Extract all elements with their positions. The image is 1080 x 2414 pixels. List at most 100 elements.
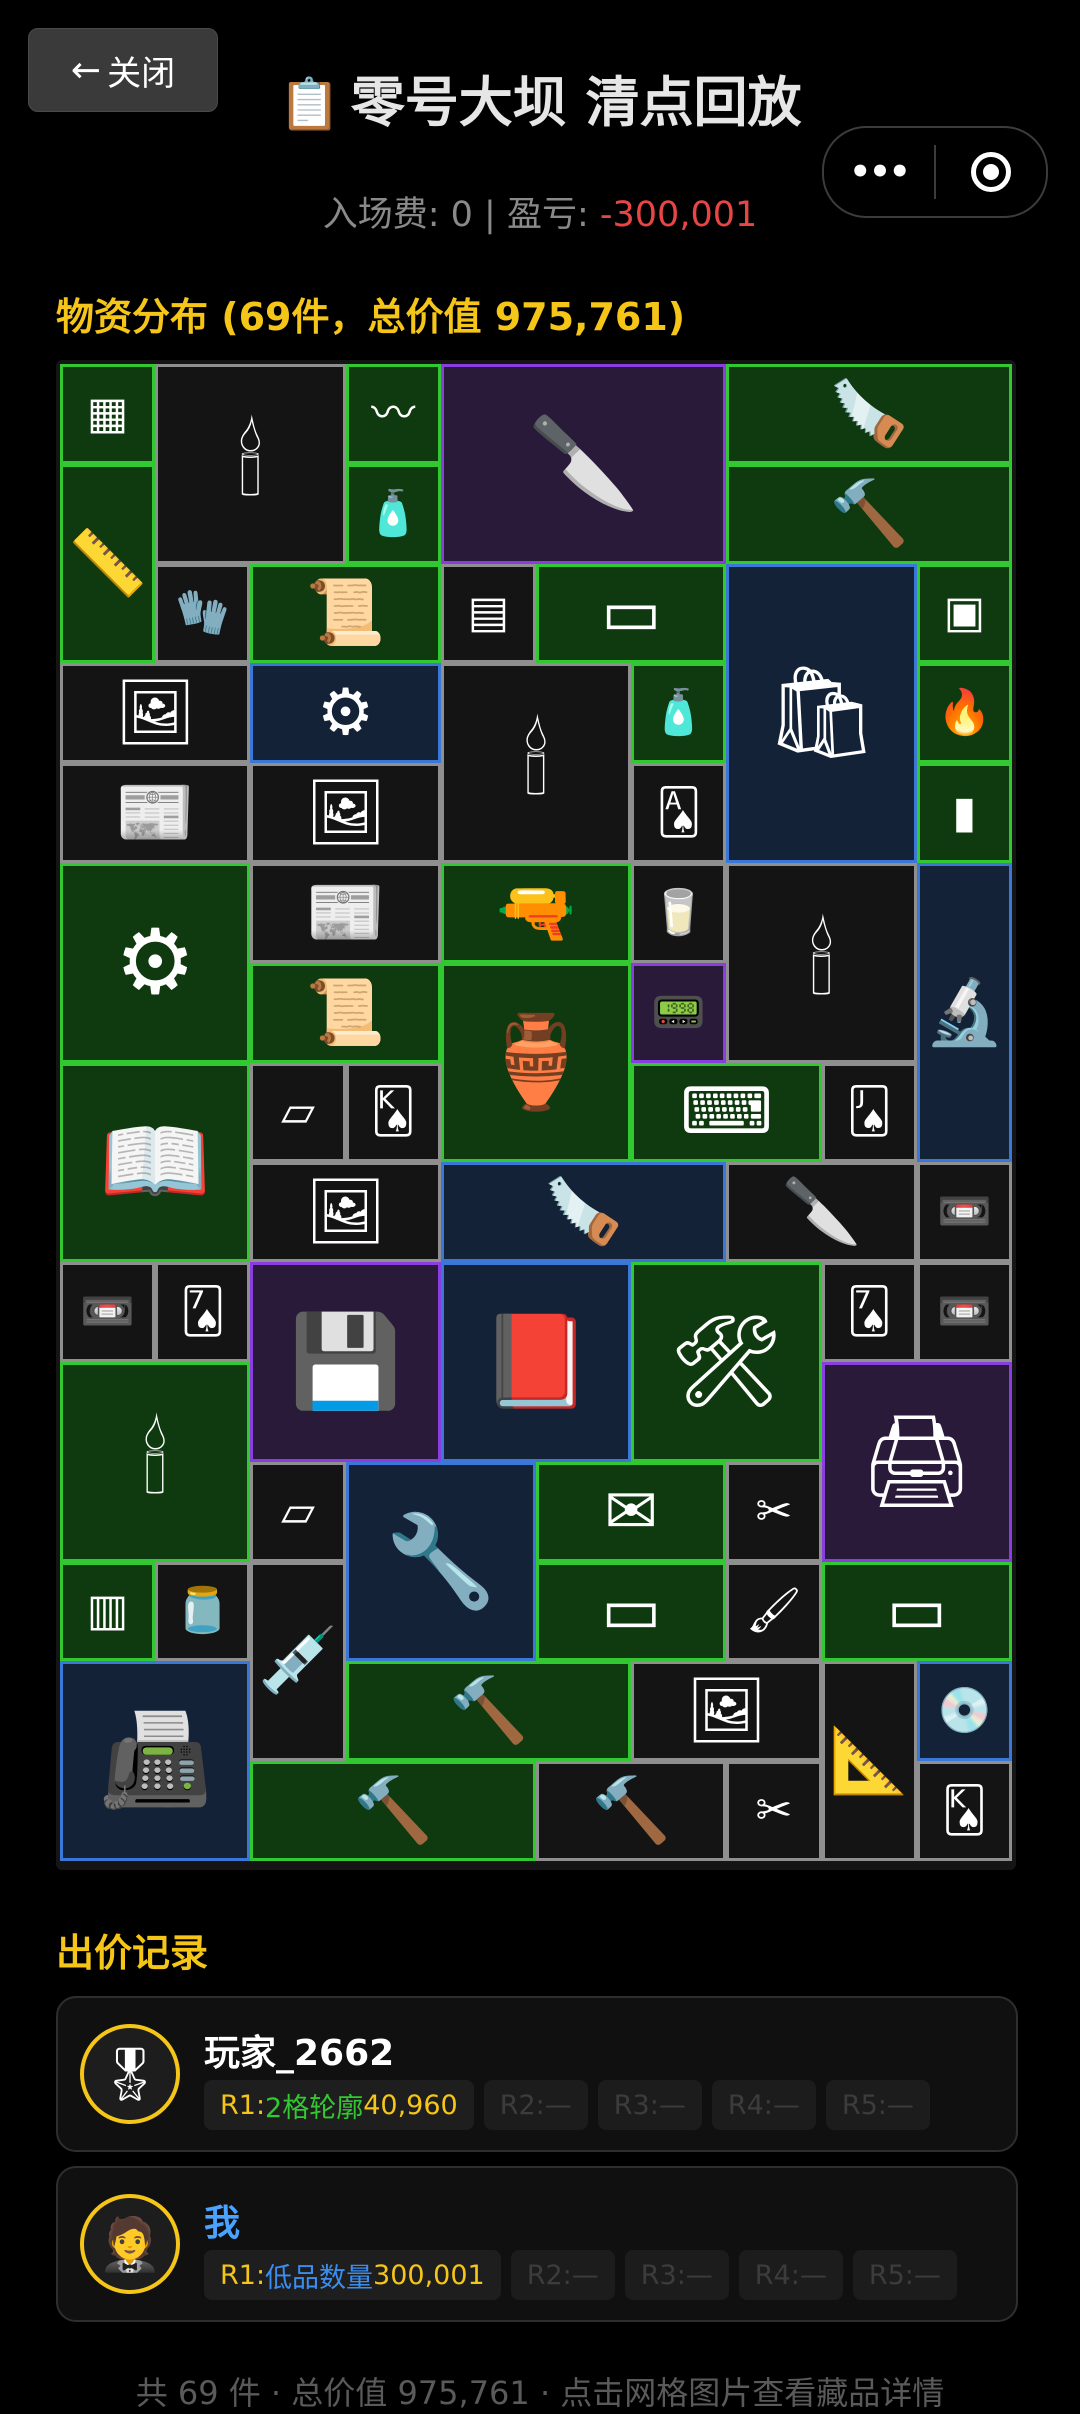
grid-item-family-photo-2[interactable]: 🖼 (631, 1661, 822, 1762)
old-map-icon: 📜 (305, 576, 386, 651)
grid-item-candle-box-3[interactable]: 🕯 (726, 863, 917, 1063)
grid-item-glue-gun[interactable]: 🔫 (440, 863, 632, 963)
avatar: 🤵 (80, 2194, 180, 2294)
grid-item-ration[interactable]: ▣ (916, 563, 1012, 664)
grid-item-old-map[interactable]: 📜 (250, 563, 441, 664)
grid-item-gloves[interactable]: 🧤 (155, 563, 251, 664)
grid-item-matchbox[interactable]: ▤ (440, 563, 536, 664)
inventory-grid-panel: ▦ 🕯 〰 🔪 🪚 📏 🧴 🔨 🧤 📜 ▤ ▭ 🛍 ▣ 🖼 ⚙ 🕯 🧴 🔥 📰 🖼 🂡 ▮ ⚙ 📰 🔫 🥛 🕯 🔬 📜 🏺 📟 📖 ▱ 🂮 ⌨ 🂫 🖼 🪚 🔪… (56, 360, 1016, 1870)
grid-item-card-spades[interactable]: 🂧 (155, 1262, 251, 1362)
grid-item-tape-measure-3[interactable]: 📼 (916, 1262, 1012, 1362)
grid-item-newspaper-2[interactable]: 📰 (250, 863, 441, 963)
avatar: 🎖 (80, 2024, 180, 2124)
wood-plank-2-icon: ▭ (600, 1574, 662, 1649)
grid-item-magazine[interactable]: 📖 (60, 1062, 251, 1263)
grid-item-old-paper[interactable]: 📜 (250, 962, 441, 1063)
grid-item-protein-jar[interactable]: 🫙 (155, 1561, 251, 1662)
grid-item-fashion-magazine[interactable]: 📕 (440, 1262, 632, 1462)
tagine-icon: 🏺 (479, 1009, 593, 1115)
utility-knife-icon: 🔪 (781, 1175, 862, 1250)
grid-item-tape-measure[interactable]: 📼 (916, 1162, 1012, 1263)
grid-item-scissors[interactable]: ✂ (726, 1461, 822, 1562)
grid-item-card-king[interactable]: 🂮 (345, 1062, 441, 1163)
grid-item-newspaper[interactable]: 📰 (60, 763, 251, 863)
cd-disc-icon: 💿 (936, 1685, 992, 1737)
grid-item-water-bottle[interactable]: 🧴 (631, 663, 727, 764)
grid-item-glue[interactable]: 🧴 (345, 463, 441, 564)
grid-item-steel-square[interactable]: 📐 (821, 1661, 917, 1861)
grid-item-bone-saw[interactable]: 🪚 (440, 1162, 727, 1263)
player-name: 我 (204, 2203, 241, 2244)
photo-2-icon: 🖼 (304, 1175, 387, 1250)
grid-item-fuse-wire[interactable]: 〰 (345, 364, 441, 464)
grid-item-sledgehammer[interactable]: 🔨 (726, 463, 1012, 564)
grid-item-tissue-2[interactable]: ▱ (250, 1461, 346, 1562)
grid-item-power-supply[interactable]: ⚙ (60, 863, 251, 1063)
gloves-icon: 🧤 (175, 587, 231, 639)
grid-item-lab-incubator[interactable]: 🖨 (821, 1362, 1012, 1562)
grid-item-pipe[interactable]: ▮ (916, 763, 1012, 863)
rifle-parts-icon: ⚙ (316, 676, 375, 751)
grid-item-cement-bag[interactable]: 🛍 (726, 563, 917, 863)
grid-item-letters[interactable]: ✉ (536, 1461, 727, 1562)
grid-item-circuit-board[interactable]: ▦ (60, 364, 156, 464)
grid-item-gadget[interactable]: 📟 (631, 962, 727, 1063)
scissors-icon: ✂ (755, 1485, 793, 1537)
grid-item-card-spades-2[interactable]: 🂧 (821, 1262, 917, 1362)
grid-item-card-king-2[interactable]: 🂮 (916, 1761, 1012, 1861)
grid-item-wood-plank-3[interactable]: ▭ (821, 1561, 1012, 1662)
card-king-2-icon: 🂮 (941, 1785, 987, 1837)
grid-item-tape-measure-2[interactable]: 📼 (60, 1262, 156, 1362)
grid-item-tissue[interactable]: ▱ (250, 1062, 346, 1163)
grid-item-keyboard[interactable]: ⌨ (631, 1062, 822, 1163)
grid-item-yogurt-cup[interactable]: 🥛 (631, 863, 727, 963)
tissue-icon: ▱ (281, 1086, 315, 1138)
bid-round-5: R5: — (825, 2080, 930, 2130)
grid-item-playing-card[interactable]: 🂡 (631, 763, 727, 863)
grid-item-tagine[interactable]: 🏺 (440, 962, 632, 1163)
stats-line: 入场费: 0 | 盈亏: -300,001 (0, 186, 1080, 237)
grid-item-level-tool[interactable]: 📏 (60, 463, 156, 664)
grid-item-photo-2[interactable]: 🖼 (250, 1162, 441, 1263)
grid-item-air-purifier[interactable]: 📠 (60, 1661, 251, 1861)
grid-item-hammer[interactable]: 🔨 (536, 1761, 727, 1861)
grid-item-hard-drive[interactable]: 💾 (250, 1262, 441, 1462)
old-paper-icon: 📜 (305, 975, 386, 1050)
grid-item-sledgehammer-3[interactable]: 🔨 (250, 1761, 536, 1861)
grid-item-microscope[interactable]: 🔬 (916, 863, 1012, 1163)
angle-grinder-icon: 🛠 (669, 1308, 784, 1414)
grid-item-family-photo[interactable]: 🖼 (250, 763, 441, 863)
round-prefix: R5: (841, 2089, 887, 2121)
round-label: 低品数量 (265, 2262, 374, 2294)
grid-item-candle-box[interactable]: 🕯 (155, 364, 346, 564)
grid-item-paint-brush[interactable]: 🖌 (726, 1561, 822, 1662)
grid-item-knife[interactable]: 🔪 (440, 364, 727, 564)
photo-icon: 🖼 (114, 676, 196, 751)
bid-round-4: R4: — (711, 2080, 816, 2130)
grid-item-power-drill[interactable]: 🔧 (345, 1461, 536, 1662)
round-prefix: R4: (727, 2089, 773, 2121)
grid-item-rifle-parts[interactable]: ⚙ (250, 663, 441, 764)
grid-item-sledgehammer-2[interactable]: 🔨 (345, 1661, 632, 1762)
entry-fee-text: 入场费: 0 | 盈亏: (322, 195, 600, 235)
grid-item-photo[interactable]: 🖼 (60, 663, 251, 764)
grid-item-card-jack[interactable]: 🂫 (821, 1062, 917, 1163)
grid-item-syringe-tool[interactable]: 💉 (250, 1561, 346, 1762)
grid-item-candle-box-4[interactable]: 🕯 (60, 1362, 251, 1562)
player-name: 玩家_2662 (204, 2033, 395, 2074)
grid-item-scissors-2[interactable]: ✂ (726, 1761, 822, 1861)
round-prefix: R1: (220, 2259, 266, 2291)
bone-saw-icon: 🪚 (543, 1175, 624, 1250)
grid-item-candle-box-2[interactable]: 🕯 (440, 663, 632, 863)
grid-item-wood-plank[interactable]: ▭ (536, 563, 727, 664)
grid-item-angle-grinder[interactable]: 🛠 (631, 1262, 822, 1462)
grid-item-cpu-cooler[interactable]: ▥ (60, 1561, 156, 1662)
steel-square-icon: 📐 (829, 1724, 910, 1799)
grid-item-utility-knife[interactable]: 🔪 (726, 1162, 917, 1263)
grid-item-hacksaw[interactable]: 🪚 (726, 364, 1012, 464)
candle-box-4-icon: 🕯 (142, 1408, 168, 1514)
fashion-magazine-icon: 📕 (479, 1308, 593, 1414)
grid-item-wood-plank-2[interactable]: ▭ (536, 1561, 727, 1662)
grid-item-cd-disc[interactable]: 💿 (916, 1661, 1012, 1762)
grid-item-lighter[interactable]: 🔥 (916, 663, 1012, 764)
